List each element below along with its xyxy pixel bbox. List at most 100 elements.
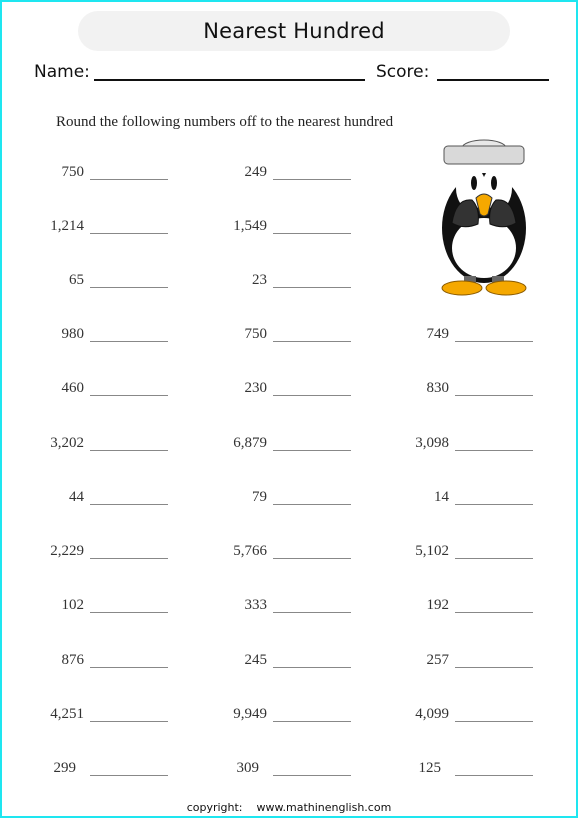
answer-blank[interactable] [90,721,168,722]
exercise-number: 245 [244,652,268,668]
answer-blank[interactable] [455,667,533,668]
exercise-number: 125 [418,760,442,776]
exercise-number: 309 [236,760,260,776]
answer-blank[interactable] [455,558,533,559]
exercise-item: 5,766 [191,543,351,563]
exercise-number: 192 [426,597,450,613]
exercise-item: 3,098 [373,435,533,455]
exercise-item: 876 [8,652,168,672]
answer-blank[interactable] [273,233,351,234]
exercise-item: 749 [373,326,533,346]
name-label: Name: [34,62,90,82]
answer-blank[interactable] [273,721,351,722]
exercise-number: 65 [69,272,84,288]
exercise-number: 3,202 [50,435,84,451]
exercise-number: 23 [252,272,267,288]
answer-blank[interactable] [273,179,351,180]
exercise-number: 79 [252,489,267,505]
exercise-number: 4,099 [415,706,449,722]
answer-blank[interactable] [90,395,168,396]
answer-blank[interactable] [273,341,351,342]
exercise-item: 1,549 [191,218,351,238]
exercise-number: 4,251 [50,706,84,722]
exercise-item: 750 [8,164,168,184]
exercise-number: 2,229 [50,543,84,559]
answer-blank[interactable] [455,341,533,342]
answer-blank[interactable] [90,775,168,776]
answer-blank[interactable] [90,667,168,668]
exercise-number: 460 [61,380,85,396]
instructions: Round the following numbers off to the n… [56,114,394,130]
answer-blank[interactable] [273,504,351,505]
exercise-number: 830 [426,380,450,396]
worksheet-page: Nearest Hundred Name: Score: Round the f… [0,0,578,818]
exercise-item: 3,202 [8,435,168,455]
answer-blank[interactable] [90,450,168,451]
score-field[interactable] [437,79,549,81]
name-score-row: Name: Score: [34,60,554,86]
exercise-item: 192 [373,597,533,617]
answer-blank[interactable] [273,612,351,613]
answer-blank[interactable] [90,287,168,288]
exercise-number: 876 [61,652,85,668]
answer-blank[interactable] [90,504,168,505]
answer-blank[interactable] [90,341,168,342]
answer-blank[interactable] [273,395,351,396]
answer-blank[interactable] [273,775,351,776]
exercise-number: 5,102 [415,543,449,559]
exercise-item: 257 [373,652,533,672]
answer-blank[interactable] [455,504,533,505]
answer-blank[interactable] [273,558,351,559]
exercise-item: 333 [191,597,351,617]
exercise-number: 333 [244,597,268,613]
exercise-item: 309 [191,760,351,780]
answer-blank[interactable] [273,287,351,288]
exercise-number: 9,949 [233,706,267,722]
exercise-number: 1,214 [50,218,84,234]
answer-blank[interactable] [90,233,168,234]
exercise-number: 249 [244,164,268,180]
exercise-number: 102 [61,597,85,613]
answer-blank[interactable] [455,450,533,451]
exercise-item: 4,099 [373,706,533,726]
exercise-item: 102 [8,597,168,617]
exercise-number: 980 [61,326,85,342]
exercise-number: 230 [244,380,268,396]
exercise-item: 750 [191,326,351,346]
exercise-item: 44 [8,489,168,509]
exercise-number: 1,549 [233,218,267,234]
answer-blank[interactable] [455,395,533,396]
score-label: Score: [376,62,430,82]
exercise-number: 6,879 [233,435,267,451]
exercise-number: 750 [61,164,85,180]
exercise-item: 6,879 [191,435,351,455]
title-banner: Nearest Hundred [78,11,510,51]
exercise-item: 230 [191,380,351,400]
answer-blank[interactable] [455,721,533,722]
answer-blank[interactable] [273,450,351,451]
exercise-number: 5,766 [233,543,267,559]
exercise-item: 980 [8,326,168,346]
exercise-item: 125 [373,760,533,780]
exercise-item: 2,229 [8,543,168,563]
exercise-number: 14 [434,489,449,505]
exercise-item: 245 [191,652,351,672]
exercise-item: 14 [373,489,533,509]
answer-blank[interactable] [90,179,168,180]
answer-blank[interactable] [455,775,533,776]
footer: copyright: www.mathinenglish.com [2,801,576,814]
exercise-number: 749 [426,326,450,342]
exercise-item: 299 [8,760,168,780]
exercise-item: 5,102 [373,543,533,563]
exercise-item: 9,949 [191,706,351,726]
exercise-number: 44 [69,489,84,505]
answer-blank[interactable] [455,612,533,613]
answer-blank[interactable] [90,612,168,613]
answer-blank[interactable] [273,667,351,668]
exercise-number: 750 [244,326,268,342]
website-link[interactable]: www.mathinenglish.com [257,801,392,814]
copyright-label: copyright: [186,801,243,814]
exercise-number: 299 [53,760,77,776]
name-field[interactable] [94,79,365,81]
answer-blank[interactable] [90,558,168,559]
